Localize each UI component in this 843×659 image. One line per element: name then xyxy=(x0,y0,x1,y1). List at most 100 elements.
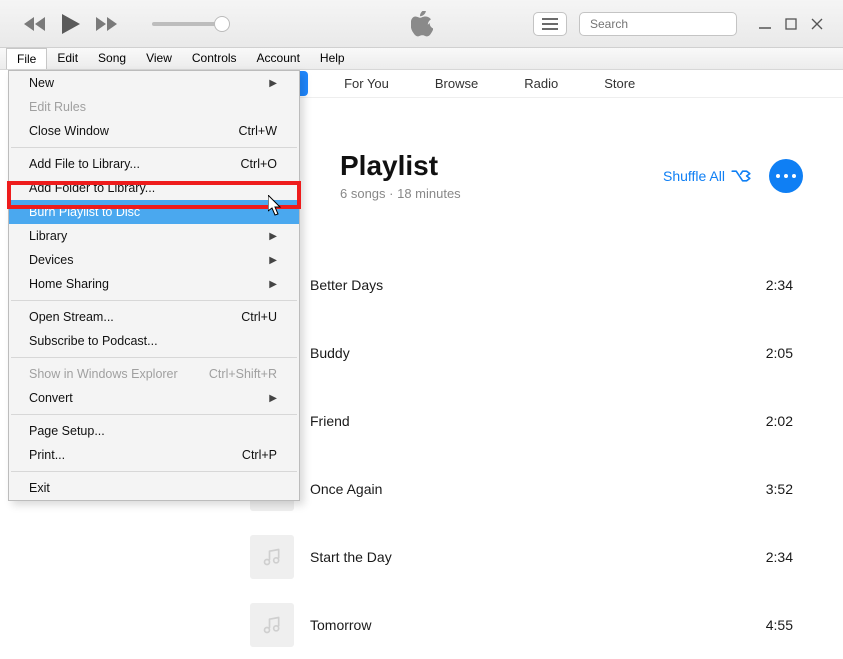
playlist-subtitle: 6 songs · 18 minutes xyxy=(340,186,461,201)
tab-store[interactable]: Store xyxy=(594,71,645,96)
song-name: Friend xyxy=(310,413,750,429)
menu-item-label: Home Sharing xyxy=(29,277,109,291)
menu-item-label: Convert xyxy=(29,391,73,405)
song-artwork-icon xyxy=(250,603,294,647)
song-row[interactable]: Buddy 2:05 xyxy=(230,319,843,387)
apple-logo-icon xyxy=(411,11,433,37)
prev-track-button[interactable] xyxy=(24,17,46,31)
song-name: Buddy xyxy=(310,345,750,361)
search-input[interactable] xyxy=(579,12,737,36)
song-duration: 2:34 xyxy=(766,277,793,293)
menu-bar: FileEditSongViewControlsAccountHelp xyxy=(0,48,843,70)
shuffle-icon xyxy=(731,168,751,184)
menu-item-shortcut: Ctrl+Shift+R xyxy=(209,367,277,381)
playlist-area: Playlist 6 songs · 18 minutes Shuffle Al… xyxy=(230,100,843,656)
file-menu-dropdown: New ▶ Edit Rules Close WindowCtrl+W Add File… xyxy=(8,70,300,501)
song-duration: 3:52 xyxy=(766,481,793,497)
song-row[interactable]: Start the Day 2:34 xyxy=(230,523,843,591)
menu-item-label: Close Window xyxy=(29,124,109,138)
submenu-arrow-icon: ▶ xyxy=(269,279,277,290)
menu-account[interactable]: Account xyxy=(247,48,310,69)
menu-item-close-window[interactable]: Close WindowCtrl+W xyxy=(9,119,299,143)
submenu-arrow-icon: ▶ xyxy=(269,78,277,89)
menu-item-exit[interactable]: Exit xyxy=(9,476,299,500)
top-toolbar xyxy=(0,0,843,48)
maximize-button[interactable] xyxy=(785,18,797,30)
song-row[interactable]: Tomorrow 4:55 xyxy=(230,591,843,659)
menu-item-edit-rules: Edit Rules xyxy=(9,95,299,119)
song-duration: 2:05 xyxy=(766,345,793,361)
menu-item-add-file-to-library[interactable]: Add File to Library... Ctrl+O xyxy=(9,152,299,176)
song-name: Better Days xyxy=(310,277,750,293)
menu-item-label: Show in Windows Explorer xyxy=(29,367,178,381)
menu-item-open-stream[interactable]: Open Stream... Ctrl+U xyxy=(9,305,299,329)
menu-item-label: New xyxy=(29,76,54,90)
menu-item-label: Exit xyxy=(29,481,50,495)
song-duration: 2:34 xyxy=(766,549,793,565)
toolbar-right xyxy=(533,12,843,36)
menu-item-library[interactable]: Library ▶ xyxy=(9,224,299,248)
playlist-actions: Shuffle All xyxy=(663,159,803,193)
menu-song[interactable]: Song xyxy=(88,48,136,69)
menu-file[interactable]: File xyxy=(6,48,47,69)
menu-item-home-sharing[interactable]: Home Sharing ▶ xyxy=(9,272,299,296)
song-row[interactable]: Once Again 3:52 xyxy=(230,455,843,523)
play-button[interactable] xyxy=(62,14,80,34)
menu-item-burn-playlist-to-disc[interactable]: Burn Playlist to Disc xyxy=(9,200,299,224)
menu-item-add-folder-to-library[interactable]: Add Folder to Library... xyxy=(9,176,299,200)
nav-tabs: aryFor YouBrowseRadioStore xyxy=(230,70,843,98)
song-row[interactable]: Friend 2:02 xyxy=(230,387,843,455)
menu-separator xyxy=(11,471,297,472)
shuffle-all-button[interactable]: Shuffle All xyxy=(663,168,751,184)
menu-item-new[interactable]: New ▶ xyxy=(9,71,299,95)
submenu-arrow-icon: ▶ xyxy=(269,255,277,266)
menu-item-print[interactable]: Print... Ctrl+P xyxy=(9,443,299,467)
menu-separator xyxy=(11,147,297,148)
submenu-arrow-icon: ▶ xyxy=(269,231,277,242)
song-row[interactable]: Better Days 2:34 xyxy=(230,251,843,319)
menu-item-label: Edit Rules xyxy=(29,100,86,114)
menu-edit[interactable]: Edit xyxy=(47,48,88,69)
song-artwork-icon xyxy=(250,535,294,579)
menu-item-label: Add Folder to Library... xyxy=(29,181,155,195)
menu-controls[interactable]: Controls xyxy=(182,48,247,69)
menu-item-convert[interactable]: Convert ▶ xyxy=(9,386,299,410)
list-view-button[interactable] xyxy=(533,12,567,36)
window-controls xyxy=(759,12,823,30)
song-name: Once Again xyxy=(310,481,750,497)
menu-help[interactable]: Help xyxy=(310,48,355,69)
search-field[interactable] xyxy=(590,17,745,31)
playlist-title: Playlist xyxy=(340,150,461,182)
tab-browse[interactable]: Browse xyxy=(425,71,488,96)
menu-item-devices[interactable]: Devices▶ xyxy=(9,248,299,272)
volume-slider[interactable] xyxy=(152,22,222,26)
submenu-arrow-icon: ▶ xyxy=(269,393,277,404)
menu-item-subscribe-to-podcast[interactable]: Subscribe to Podcast... xyxy=(9,329,299,353)
close-button[interactable] xyxy=(811,18,823,30)
tab-for-you[interactable]: For You xyxy=(334,71,399,96)
menu-item-show-in-windows-explorer: Show in Windows Explorer Ctrl+Shift+R xyxy=(9,362,299,386)
menu-item-shortcut: Ctrl+O xyxy=(241,157,277,171)
song-name: Tomorrow xyxy=(310,617,750,633)
song-name: Start the Day xyxy=(310,549,750,565)
menu-separator xyxy=(11,300,297,301)
playback-controls xyxy=(0,14,222,34)
song-duration: 2:02 xyxy=(766,413,793,429)
menu-separator xyxy=(11,357,297,358)
menu-item-shortcut: Ctrl+U xyxy=(241,310,277,324)
menu-item-page-setup[interactable]: Page Setup... xyxy=(9,419,299,443)
menu-item-label: Add File to Library... xyxy=(29,157,140,171)
menu-item-shortcut: Ctrl+P xyxy=(242,448,277,462)
menu-item-label: Print... xyxy=(29,448,65,462)
menu-item-label: Burn Playlist to Disc xyxy=(29,205,140,219)
more-actions-button[interactable] xyxy=(769,159,803,193)
menu-view[interactable]: View xyxy=(136,48,182,69)
menu-item-label: Library xyxy=(29,229,67,243)
menu-item-label: Page Setup... xyxy=(29,424,105,438)
next-track-button[interactable] xyxy=(96,17,118,31)
tab-radio[interactable]: Radio xyxy=(514,71,568,96)
minimize-button[interactable] xyxy=(759,18,771,30)
song-list: Better Days 2:34 Buddy 2:05 Friend 2:02 Once A… xyxy=(230,251,843,659)
menu-item-label: Open Stream... xyxy=(29,310,114,324)
song-duration: 4:55 xyxy=(766,617,793,633)
